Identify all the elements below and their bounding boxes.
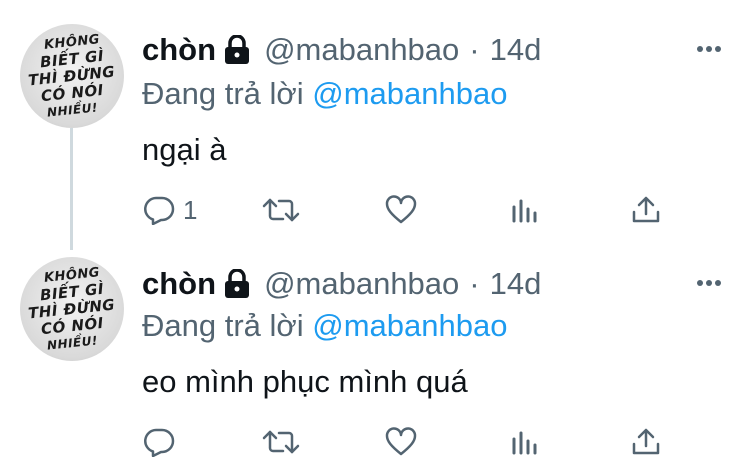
views-button[interactable] bbox=[511, 190, 539, 230]
share-button[interactable] bbox=[631, 422, 661, 462]
replying-to-mention[interactable]: @mabanhbao bbox=[312, 308, 507, 343]
share-button[interactable] bbox=[631, 190, 661, 230]
more-icon[interactable] bbox=[694, 34, 724, 64]
replying-to: Đang trả lời @mabanhbao bbox=[142, 308, 507, 344]
tweet-2[interactable]: KHÔNG BIẾT GÌ THÌ ĐỪNG CÓ NÓI NHIỀU! chò… bbox=[0, 250, 750, 470]
avatar[interactable]: KHÔNG BIẾT GÌ THÌ ĐỪNG CÓ NÓI NHIỀU! bbox=[20, 24, 124, 128]
reply-count: 1 bbox=[183, 194, 198, 225]
views-icon bbox=[512, 431, 537, 455]
tweet-header: chòn @mabanhbao · 14d bbox=[142, 264, 541, 304]
tweet-timestamp[interactable]: 14d bbox=[490, 32, 542, 68]
tweet-header: chòn @mabanhbao · 14d bbox=[142, 30, 541, 70]
replying-to-label: Đang trả lời bbox=[142, 308, 304, 343]
meta-separator: · bbox=[469, 266, 480, 301]
replying-to-label: Đang trả lời bbox=[142, 76, 304, 111]
tweet-text: eo mình phục mình quá bbox=[142, 364, 468, 399]
avatar[interactable]: KHÔNG BIẾT GÌ THÌ ĐỪNG CÓ NÓI NHIỀU! bbox=[20, 257, 124, 361]
author-handle[interactable]: @mabanhbao bbox=[264, 266, 459, 302]
author-handle[interactable]: @mabanhbao bbox=[264, 32, 459, 68]
author-name[interactable]: chòn bbox=[142, 266, 216, 302]
more-icon[interactable] bbox=[694, 268, 724, 298]
reply-icon bbox=[144, 196, 175, 225]
tweet-1[interactable]: KHÔNG BIẾT GÌ THÌ ĐỪNG CÓ NÓI NHIỀU! chò… bbox=[0, 0, 750, 250]
like-button[interactable] bbox=[385, 190, 417, 230]
tweet-text: ngại à bbox=[142, 132, 227, 167]
heart-icon bbox=[385, 427, 417, 456]
lock-icon bbox=[224, 35, 250, 65]
replying-to-mention[interactable]: @mabanhbao bbox=[312, 76, 507, 111]
retweet-icon bbox=[262, 430, 300, 454]
retweet-button[interactable] bbox=[262, 422, 300, 462]
share-icon bbox=[632, 428, 660, 455]
lock-icon bbox=[224, 269, 250, 299]
reply-button[interactable] bbox=[143, 422, 183, 462]
retweet-button[interactable] bbox=[262, 190, 300, 230]
meta-separator: · bbox=[469, 32, 480, 67]
tweet-timestamp[interactable]: 14d bbox=[490, 266, 542, 302]
views-button[interactable] bbox=[511, 422, 539, 462]
reply-icon bbox=[144, 428, 175, 457]
heart-icon bbox=[385, 195, 417, 224]
replying-to: Đang trả lời @mabanhbao bbox=[142, 76, 507, 112]
share-icon bbox=[632, 196, 660, 223]
views-icon bbox=[512, 199, 537, 223]
retweet-icon bbox=[262, 198, 300, 222]
like-button[interactable] bbox=[385, 422, 417, 462]
reply-button[interactable]: 1 bbox=[143, 190, 197, 230]
author-name[interactable]: chòn bbox=[142, 32, 216, 68]
